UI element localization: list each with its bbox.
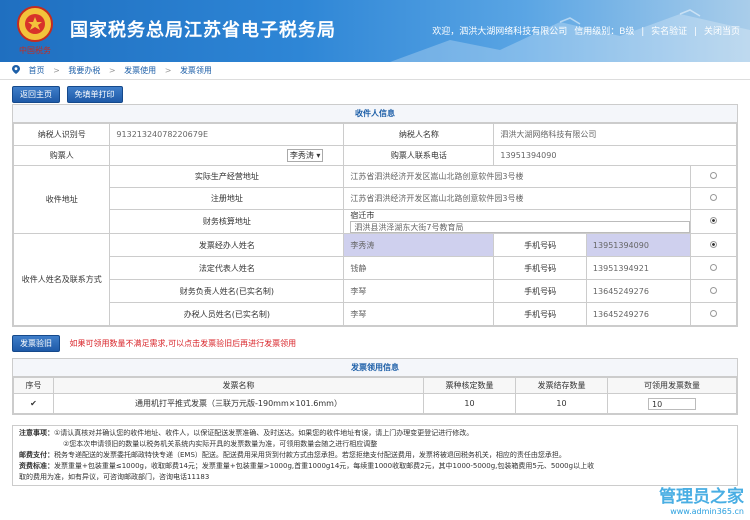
invoice-table: 序号 发票名称 票种核定数量 发票结存数量 可领用发票数量 ✔ 通用机打平推式发… [13,377,737,414]
taxpayer-name-label: 纳税人名称 [343,123,495,146]
breadcrumb-sep: > [53,66,60,75]
contact-phone: 13645249276 [592,309,649,319]
watermark-title: 管理员之家 [659,487,744,507]
contact-radio[interactable] [710,309,718,317]
approved-qty: 10 [423,393,516,414]
col-header: 票种核定数量 [423,377,516,394]
breadcrumb-home[interactable]: 首页 [29,66,45,75]
stock-qty: 10 [515,393,608,414]
contact-role-label: 发票经办人姓名 [109,233,345,257]
header: 中国税务 国家税务总局江苏省电子税务局 欢迎，泗洪大湖网络科技有限公司 信用级别… [0,0,750,62]
contact-role-label: 法定代表人姓名 [109,256,345,280]
addr-value: 江苏省泗洪经济开发区嵩山北路创意软件园3号楼 [343,165,692,188]
contact-name[interactable]: 李秀涛 [343,233,495,257]
invoice-section-title: 发票领用信息 [13,359,737,377]
available-qty-input[interactable]: 10 [648,397,696,410]
contact-role-label: 办税人员姓名(已实名制) [109,302,345,326]
breadcrumb-sep: > [108,66,116,75]
buyer-label: 购票人 [12,145,111,166]
breadcrumb: 首页 > 我要办税 > 发票使用 > 发票领用 [0,62,750,80]
contact-name: 李琴 [343,302,495,326]
recipient-table: 纳税人识别号 91321324078220679E 纳税人名称 泗洪大湖网络科技… [12,123,737,326]
buyer-phone-value: 13951394090 [493,145,737,166]
addr-input[interactable]: 泗洪县洪泽湖东大街7号教育局 [350,221,691,233]
phone-label: 手机号码 [494,234,587,256]
invoice-name: 通用机打平推式发票（三联万元版-190mm×101.6mm） [53,393,424,414]
close-page-link[interactable]: 关闭当页 [704,27,740,37]
col-header: 可领用发票数量 [607,377,737,394]
phone-label: 手机号码 [494,280,587,302]
addr-type-label: 实际生产经营地址 [109,165,345,188]
note-5: 取的费用为准，如有异议，可咨询邮政部门，咨询电话11183 [19,473,210,481]
col-header: 发票名称 [53,377,424,394]
print-button[interactable]: 免填单打印 [66,86,123,103]
emblem-text: 中国税务 [19,45,51,55]
addr-radio[interactable] [710,172,718,179]
buyer-phone-label: 购票人联系电话 [343,145,495,166]
note-4: 发票重量+包装重量≤1000g，收取邮费14元；发票重量+包装重量>1000g,… [54,462,595,470]
phone-label: 手机号码 [494,303,587,325]
col-header: 序号 [13,377,54,394]
breadcrumb-tax[interactable]: 我要办税 [68,66,100,75]
contact-phone[interactable]: 13951394090 [586,234,690,256]
watermark-url: www.admin365.cn [670,507,744,516]
separator: | [694,27,698,37]
realname-link[interactable]: 实名验证 [651,27,687,37]
note-1: ①请认真核对并确认您的收件地址、收件人，以保证配送发票准确、及时送达。如果您的收… [54,429,474,437]
phone-label: 手机号码 [494,257,587,279]
address-label: 收件地址 [12,165,111,234]
location-pin-icon [12,65,20,74]
postage-label: 邮费支付： [19,451,54,459]
notes-section: 注意事项：①请认真核对并确认您的收件地址、收件人，以保证配送发票准确、及时送达。… [12,425,738,486]
notes-label: 注意事项： [19,429,54,437]
recipient-section-title: 收件人信息 [13,105,737,123]
note-3: 税务专递配送的发票委托邮政特快专递（EMS）配送。配送费用采用货到付款方式由您承… [54,451,566,459]
separator: | [641,27,645,37]
back-home-button[interactable]: 返回主页 [12,86,60,103]
verify-row: 发票验旧 如果可领用数量不满足需求,可以点击发票验旧后再进行发票领用 [12,335,738,352]
addr-type-label: 财务核算地址 [109,209,345,234]
credit-level: 信用级别：B级 [574,27,635,37]
addr-city-prefix: 宿迁市 [350,211,375,220]
contact-phone: 13951394921 [592,263,649,273]
toolbar: 返回主页 免填单打印 [0,80,750,104]
contact-radio[interactable] [710,286,718,294]
contact-phone: 13645249276 [592,286,649,296]
site-title: 国家税务总局江苏省电子税务局 [70,20,336,41]
buyer-select[interactable]: 李秀涛 ▾ [286,149,324,162]
taxpayer-id-value: 91321324078220679E [109,123,345,146]
contact-role-label: 财务负责人姓名(已实名制) [109,279,345,303]
tax-emblem-icon: 中国税务 [17,6,53,55]
row-checkbox[interactable]: ✔ [13,393,54,414]
contact-radio-selected[interactable] [710,240,718,248]
addr-radio[interactable] [710,194,718,201]
contact-name: 李琴 [343,279,495,303]
breadcrumb-sep: > [164,66,172,75]
note-2: ②您本次申请领旧的数量以税务机关系统内实际开具的发票数量为准，可领用数量会随之进… [63,440,378,448]
fee-label: 资费标准： [19,462,54,470]
taxpayer-id-label: 纳税人识别号 [12,123,111,146]
table-row: ✔ 通用机打平推式发票（三联万元版-190mm×101.6mm） 10 10 1… [13,393,737,414]
invoice-section: 发票领用信息 序号 发票名称 票种核定数量 发票结存数量 可领用发票数量 ✔ 通… [12,358,738,415]
col-header: 发票结存数量 [515,377,608,394]
recipient-section: 收件人信息 纳税人识别号 91321324078220679E 纳税人名称 泗洪… [12,104,738,327]
invoice-verify-button[interactable]: 发票验旧 [12,335,60,352]
verify-hint: 如果可领用数量不满足需求,可以点击发票验旧后再进行发票领用 [69,339,297,348]
contact-radio[interactable] [710,263,718,271]
addr-type-label: 注册地址 [109,187,345,210]
addr-radio-selected[interactable] [710,217,718,224]
breadcrumb-invoice-use[interactable]: 发票使用 [124,66,156,75]
watermark: 管理员之家 www.admin365.cn [659,482,744,516]
contact-label: 收件人姓名及联系方式 [12,233,111,326]
user-info-bar: 欢迎，泗洪大湖网络科技有限公司 信用级别：B级 | 实名验证 | 关闭当页 [430,24,742,37]
welcome-text: 欢迎，泗洪大湖网络科技有限公司 [432,27,568,37]
contact-name: 钱静 [343,256,495,280]
breadcrumb-invoice-collect: 发票领用 [179,66,212,75]
addr-value: 江苏省泗洪经济开发区嵩山北路创意软件园3号楼 [343,187,692,210]
taxpayer-name-value: 泗洪大湖网络科技有限公司 [493,123,737,146]
